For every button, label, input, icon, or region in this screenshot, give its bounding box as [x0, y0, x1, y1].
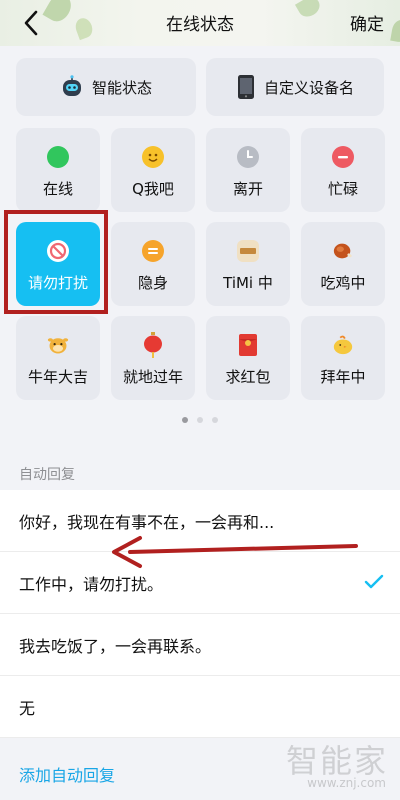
status-tile-invisible[interactable]: 隐身 [111, 222, 195, 306]
status-tile-ox-year[interactable]: 牛年大吉 [16, 316, 100, 400]
page-dot[interactable] [212, 417, 218, 423]
minus-circle-icon [332, 146, 354, 168]
green-dot-icon [47, 146, 69, 168]
status-tile-label: 离开 [232, 180, 263, 198]
status-tile-label: 隐身 [137, 274, 168, 292]
status-tile-label: 求红包 [225, 368, 271, 386]
auto-reply-section-label: 自动回复 [19, 467, 75, 483]
red-envelope-icon [237, 334, 259, 356]
status-tile-stay-home[interactable]: 就地过年 [111, 316, 195, 400]
auto-reply-text: 我去吃饭了，一会再联系。 [19, 636, 212, 656]
status-tile-label: 牛年大吉 [27, 368, 88, 386]
auto-reply-item[interactable]: 无 [0, 676, 400, 738]
header-bar: 在线状态 确定 [0, 0, 400, 46]
page-title: 在线状态 [166, 15, 234, 35]
smart-status-label: 智能状态 [91, 78, 152, 97]
phone-icon [237, 75, 254, 99]
page-dot[interactable] [197, 417, 203, 423]
status-tile-chicken[interactable]: 吃鸡中 [301, 222, 385, 306]
custom-device-name-label: 自定义设备名 [263, 78, 354, 97]
status-tile-label: Q我吧 [132, 180, 174, 198]
page-dot[interactable] [182, 417, 188, 423]
add-auto-reply-link[interactable]: 添加自动回复 [19, 762, 115, 786]
auto-reply-item[interactable]: 工作中，请勿打扰。 [0, 552, 400, 614]
status-tile-label: TiMi 中 [223, 274, 273, 292]
status-tile-q-me[interactable]: Q我吧 [111, 128, 195, 212]
auto-reply-text: 无 [19, 698, 36, 718]
lantern-icon [142, 332, 164, 358]
status-tile-red-envelope[interactable]: 求红包 [206, 316, 290, 400]
custom-device-name-button[interactable]: 自定义设备名 [206, 58, 384, 116]
status-tile-label: 忙碌 [327, 180, 358, 198]
status-tile-new-year-greeting[interactable]: 拜年中 [301, 316, 385, 400]
status-tile-label: 拜年中 [320, 368, 366, 386]
clock-icon [237, 146, 259, 168]
smiley-icon [142, 146, 164, 168]
status-tile-label: 就地过年 [122, 368, 183, 386]
status-tile-away[interactable]: 离开 [206, 128, 290, 212]
auto-reply-text: 工作中，请勿打扰。 [19, 574, 164, 594]
confirm-button[interactable]: 确定 [350, 10, 384, 35]
status-tile-label: 吃鸡中 [320, 274, 366, 292]
robot-icon [62, 75, 81, 96]
page-indicator [0, 417, 400, 423]
status-tile-label: 在线 [42, 180, 73, 198]
ox-icon [47, 334, 69, 356]
smart-status-button[interactable]: 智能状态 [16, 58, 196, 116]
chick-icon [332, 334, 354, 356]
chicken-drumstick-icon [332, 240, 354, 262]
status-tile-online[interactable]: 在线 [16, 128, 100, 212]
auto-reply-item[interactable]: 你好，我现在有事不在，一会再和... [0, 490, 400, 552]
checkmark-icon [364, 574, 384, 589]
equals-circle-icon [142, 240, 164, 262]
status-tile-timi[interactable]: TiMi 中 [206, 222, 290, 306]
watermark-url: www.znj.com [307, 776, 386, 790]
auto-reply-item[interactable]: 我去吃饭了，一会再联系。 [0, 614, 400, 676]
auto-reply-text: 你好，我现在有事不在，一会再和... [19, 512, 275, 532]
timi-icon [237, 240, 259, 262]
highlight-box [4, 210, 108, 314]
status-tile-busy[interactable]: 忙碌 [301, 128, 385, 212]
auto-reply-list: 你好，我现在有事不在，一会再和... 工作中，请勿打扰。 我去吃饭了，一会再联系… [0, 490, 400, 738]
